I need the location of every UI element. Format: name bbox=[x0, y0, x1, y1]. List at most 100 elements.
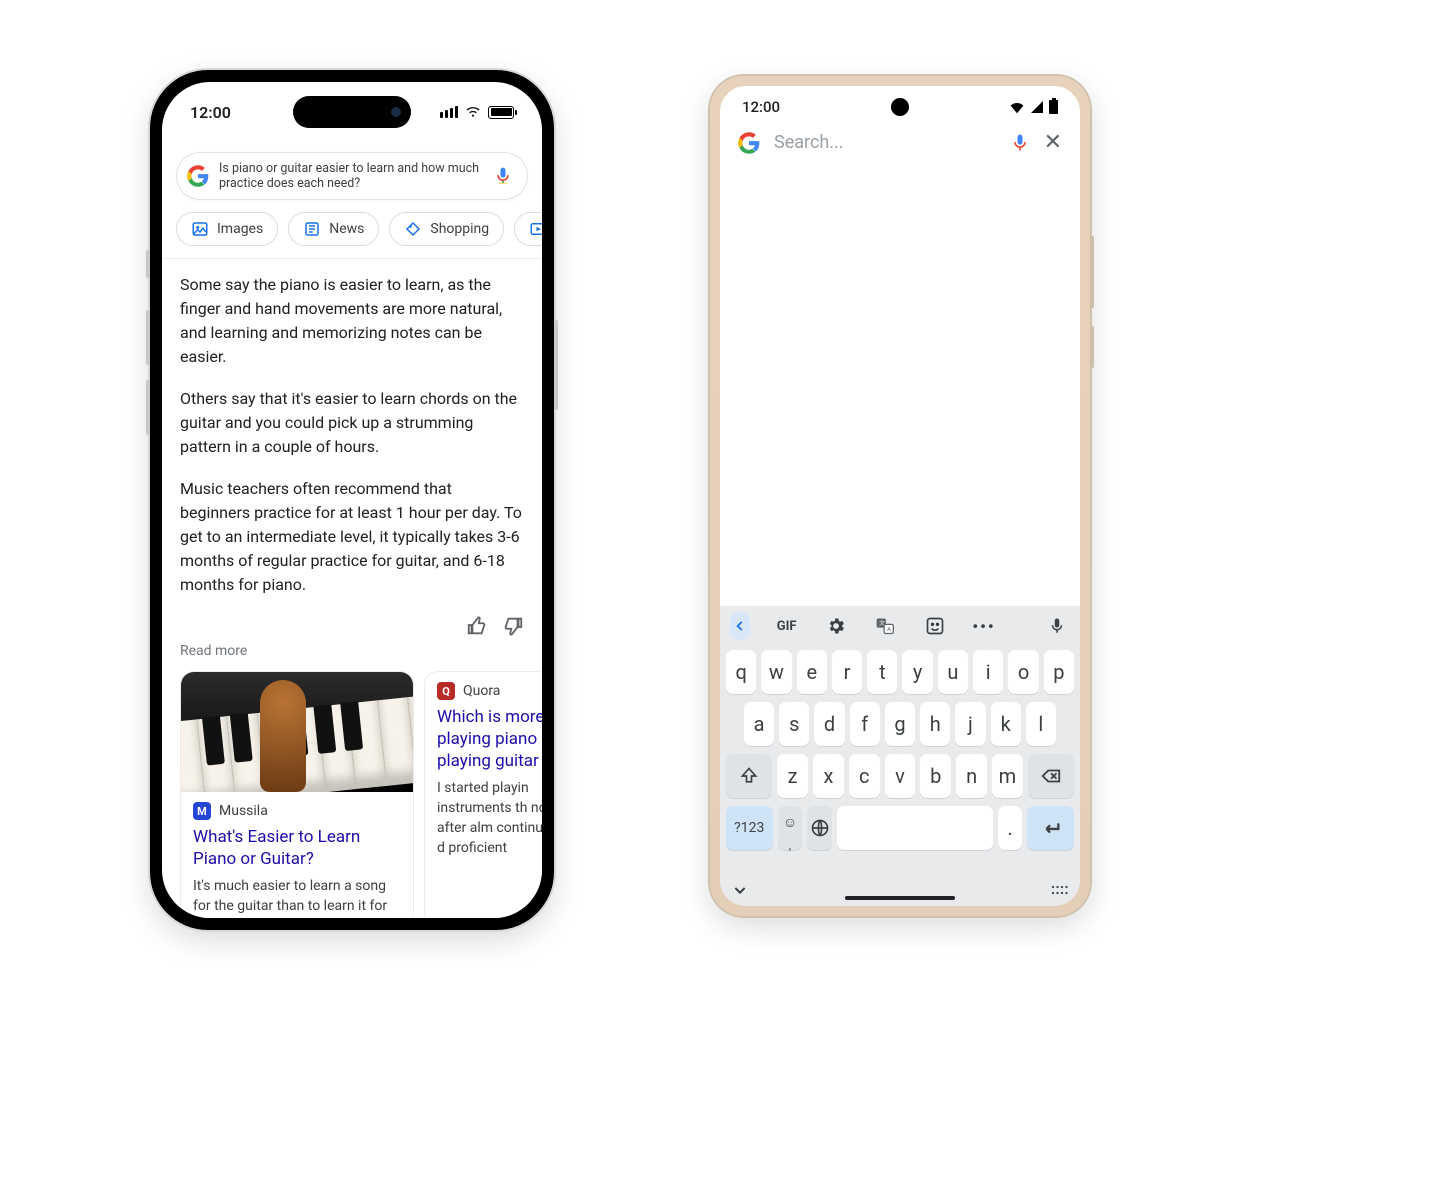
search-bar[interactable]: Is piano or guitar easier to learn and h… bbox=[176, 152, 528, 200]
site-favicon: M bbox=[193, 802, 211, 820]
backspace-key[interactable] bbox=[1028, 754, 1074, 798]
iphone-device: 12:00 Is piano or guitar easier to learn… bbox=[150, 70, 554, 930]
android-screen: 12:00 Search... ✕ GIF 文A ••• bbox=[720, 86, 1080, 906]
letter-key-y[interactable]: y bbox=[902, 650, 932, 694]
letter-key-l[interactable]: l bbox=[1026, 702, 1056, 746]
kb-translate-icon[interactable]: 文A bbox=[873, 612, 898, 640]
feedback-row bbox=[162, 615, 542, 637]
result-card[interactable]: M Mussila What's Easier to Learn Piano o… bbox=[180, 671, 414, 918]
letter-key-s[interactable]: s bbox=[779, 702, 809, 746]
letter-key-f[interactable]: f bbox=[850, 702, 880, 746]
tab-news[interactable]: News bbox=[288, 212, 379, 246]
mic-icon[interactable] bbox=[493, 166, 513, 186]
card-snippet: It's much easier to learn a song for the… bbox=[193, 876, 401, 916]
letter-key-b[interactable]: b bbox=[920, 754, 951, 798]
keyboard-toolbar: GIF 文A ••• bbox=[720, 606, 1080, 646]
letter-key-t[interactable]: t bbox=[867, 650, 897, 694]
video-icon bbox=[529, 220, 542, 238]
search-query-text: Is piano or guitar easier to learn and h… bbox=[219, 161, 483, 191]
answer-paragraph: Others say that it's easier to learn cho… bbox=[180, 387, 524, 459]
news-icon bbox=[303, 220, 321, 238]
card-title: What's Easier to Learn Piano or Guitar? bbox=[193, 826, 401, 870]
wifi-icon bbox=[1009, 101, 1025, 115]
keyboard-row: zxcvbnm bbox=[720, 750, 1080, 802]
letter-key-g[interactable]: g bbox=[885, 702, 915, 746]
letter-key-r[interactable]: r bbox=[832, 650, 862, 694]
android-search-bar[interactable]: Search... ✕ bbox=[720, 130, 1080, 155]
numbers-key[interactable]: ?123 bbox=[726, 806, 773, 850]
tab-label: Images bbox=[217, 221, 263, 237]
kb-gif-button[interactable]: GIF bbox=[774, 612, 799, 640]
cell-signal-icon bbox=[1031, 101, 1043, 113]
tab-images[interactable]: Images bbox=[176, 212, 278, 246]
iphone-screen: 12:00 Is piano or guitar easier to learn… bbox=[162, 82, 542, 918]
wifi-icon bbox=[464, 105, 482, 119]
thumbs-up-icon[interactable] bbox=[466, 615, 488, 637]
keyboard-grid-icon[interactable] bbox=[1050, 883, 1068, 897]
letter-key-m[interactable]: m bbox=[992, 754, 1023, 798]
result-cards: M Mussila What's Easier to Learn Piano o… bbox=[162, 671, 542, 918]
card-thumbnail bbox=[181, 672, 413, 792]
chevron-down-icon[interactable] bbox=[732, 882, 748, 898]
site-name: Mussila bbox=[219, 803, 268, 819]
shift-key[interactable] bbox=[726, 754, 772, 798]
result-card[interactable]: Q Quora Which is more playing piano play… bbox=[424, 671, 542, 918]
close-icon[interactable]: ✕ bbox=[1044, 130, 1062, 155]
answer-paragraph: Music teachers often recommend that begi… bbox=[180, 477, 524, 597]
tab-label: News bbox=[329, 221, 364, 237]
period-key[interactable]: . bbox=[998, 806, 1023, 850]
images-icon bbox=[191, 220, 209, 238]
letter-key-k[interactable]: k bbox=[991, 702, 1021, 746]
language-key[interactable] bbox=[807, 806, 832, 850]
kb-more-icon[interactable]: ••• bbox=[971, 612, 996, 640]
letter-key-a[interactable]: a bbox=[744, 702, 774, 746]
android-status-bar: 12:00 bbox=[720, 96, 1080, 118]
letter-key-d[interactable]: d bbox=[814, 702, 844, 746]
letter-key-n[interactable]: n bbox=[956, 754, 987, 798]
letter-key-p[interactable]: p bbox=[1044, 650, 1074, 694]
enter-key[interactable] bbox=[1027, 806, 1074, 850]
letter-key-q[interactable]: q bbox=[726, 650, 756, 694]
keyboard-row: qwertyuiop bbox=[720, 646, 1080, 698]
mic-icon[interactable] bbox=[1010, 133, 1030, 153]
google-logo-icon bbox=[738, 132, 760, 154]
shopping-icon bbox=[404, 220, 422, 238]
letter-key-w[interactable]: w bbox=[761, 650, 791, 694]
tab-label: Shopping bbox=[430, 221, 489, 237]
letter-key-e[interactable]: e bbox=[797, 650, 827, 694]
battery-icon bbox=[1049, 100, 1058, 114]
keyboard-row: asdfghjkl bbox=[720, 698, 1080, 750]
gesture-bar[interactable] bbox=[845, 896, 955, 900]
read-more-link[interactable]: Read more bbox=[162, 637, 542, 671]
site-favicon: Q bbox=[437, 682, 455, 700]
letter-key-x[interactable]: x bbox=[813, 754, 844, 798]
card-snippet: I started playin instruments th now, aft… bbox=[437, 778, 542, 858]
search-tabs: Images News Shopping Vide bbox=[162, 212, 542, 259]
google-logo-icon bbox=[187, 165, 209, 187]
thumbs-down-icon[interactable] bbox=[502, 615, 524, 637]
android-time: 12:00 bbox=[742, 98, 780, 116]
keyboard-row: ?123 ☺, . bbox=[720, 802, 1080, 854]
kb-sticker-icon[interactable] bbox=[922, 612, 947, 640]
kb-collapse-icon[interactable] bbox=[730, 612, 750, 640]
svg-text:文: 文 bbox=[879, 619, 885, 627]
letter-key-u[interactable]: u bbox=[938, 650, 968, 694]
kb-settings-icon[interactable] bbox=[823, 612, 848, 640]
letter-key-i[interactable]: i bbox=[973, 650, 1003, 694]
letter-key-z[interactable]: z bbox=[777, 754, 808, 798]
card-title: Which is more playing piano playing guit… bbox=[437, 706, 542, 772]
tab-shopping[interactable]: Shopping bbox=[389, 212, 504, 246]
tab-videos[interactable]: Vide bbox=[514, 212, 542, 246]
space-key[interactable] bbox=[837, 806, 992, 850]
letter-key-c[interactable]: c bbox=[849, 754, 880, 798]
emoji-key[interactable]: ☺, bbox=[778, 806, 803, 850]
android-device: 12:00 Search... ✕ GIF 文A ••• bbox=[710, 76, 1090, 916]
letter-key-o[interactable]: o bbox=[1008, 650, 1038, 694]
letter-key-j[interactable]: j bbox=[955, 702, 985, 746]
answer-paragraph: Some say the piano is easier to learn, a… bbox=[180, 273, 524, 369]
letter-key-v[interactable]: v bbox=[885, 754, 916, 798]
site-name: Quora bbox=[463, 683, 500, 699]
battery-icon bbox=[488, 106, 514, 119]
letter-key-h[interactable]: h bbox=[920, 702, 950, 746]
kb-mic-icon[interactable] bbox=[1045, 612, 1070, 640]
